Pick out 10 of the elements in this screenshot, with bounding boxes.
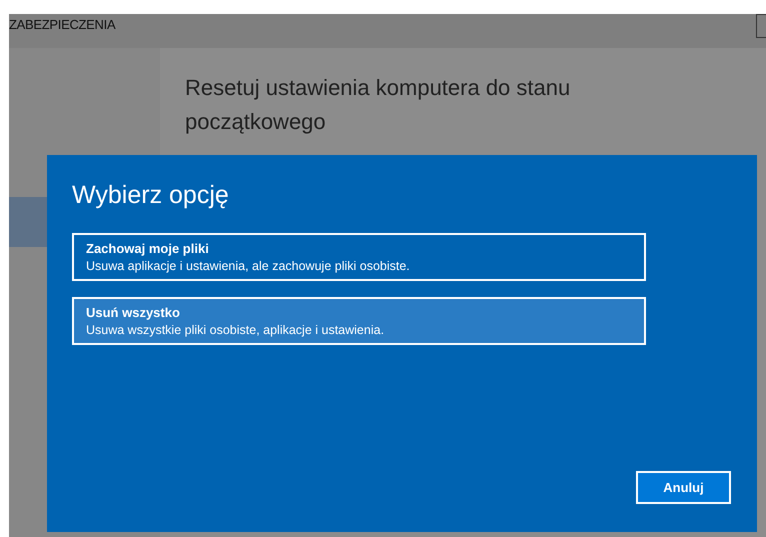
page-heading: Resetuj ustawienia komputera do stanu początkowego — [185, 74, 572, 136]
option-title: Usuń wszystko — [86, 305, 181, 320]
option-item[interactable]: Zachowaj moje pliki Usuwa aplikacje i ustawienia, ale zachowuje pliki osobiste. — [72, 233, 646, 281]
option-item[interactable]: Usuń wszystko Usuwa wszystkie pliki osobiste, aplikacje i ustawienia. — [72, 297, 646, 345]
section-title: ZABEZPIECZENIA — [9, 16, 116, 32]
dialog-title: Wybierz opcję — [72, 181, 230, 210]
option-description: Usuwa aplikacje i ustawienia, ale zachowuje pliki osobiste. — [86, 259, 411, 273]
cancel-button[interactable]: Anuluj — [636, 471, 731, 504]
option-description: Usuwa wszystkie pliki osobiste, aplikacje i ustawienia. — [86, 323, 386, 337]
option-title: Zachowaj moje pliki — [86, 241, 210, 256]
